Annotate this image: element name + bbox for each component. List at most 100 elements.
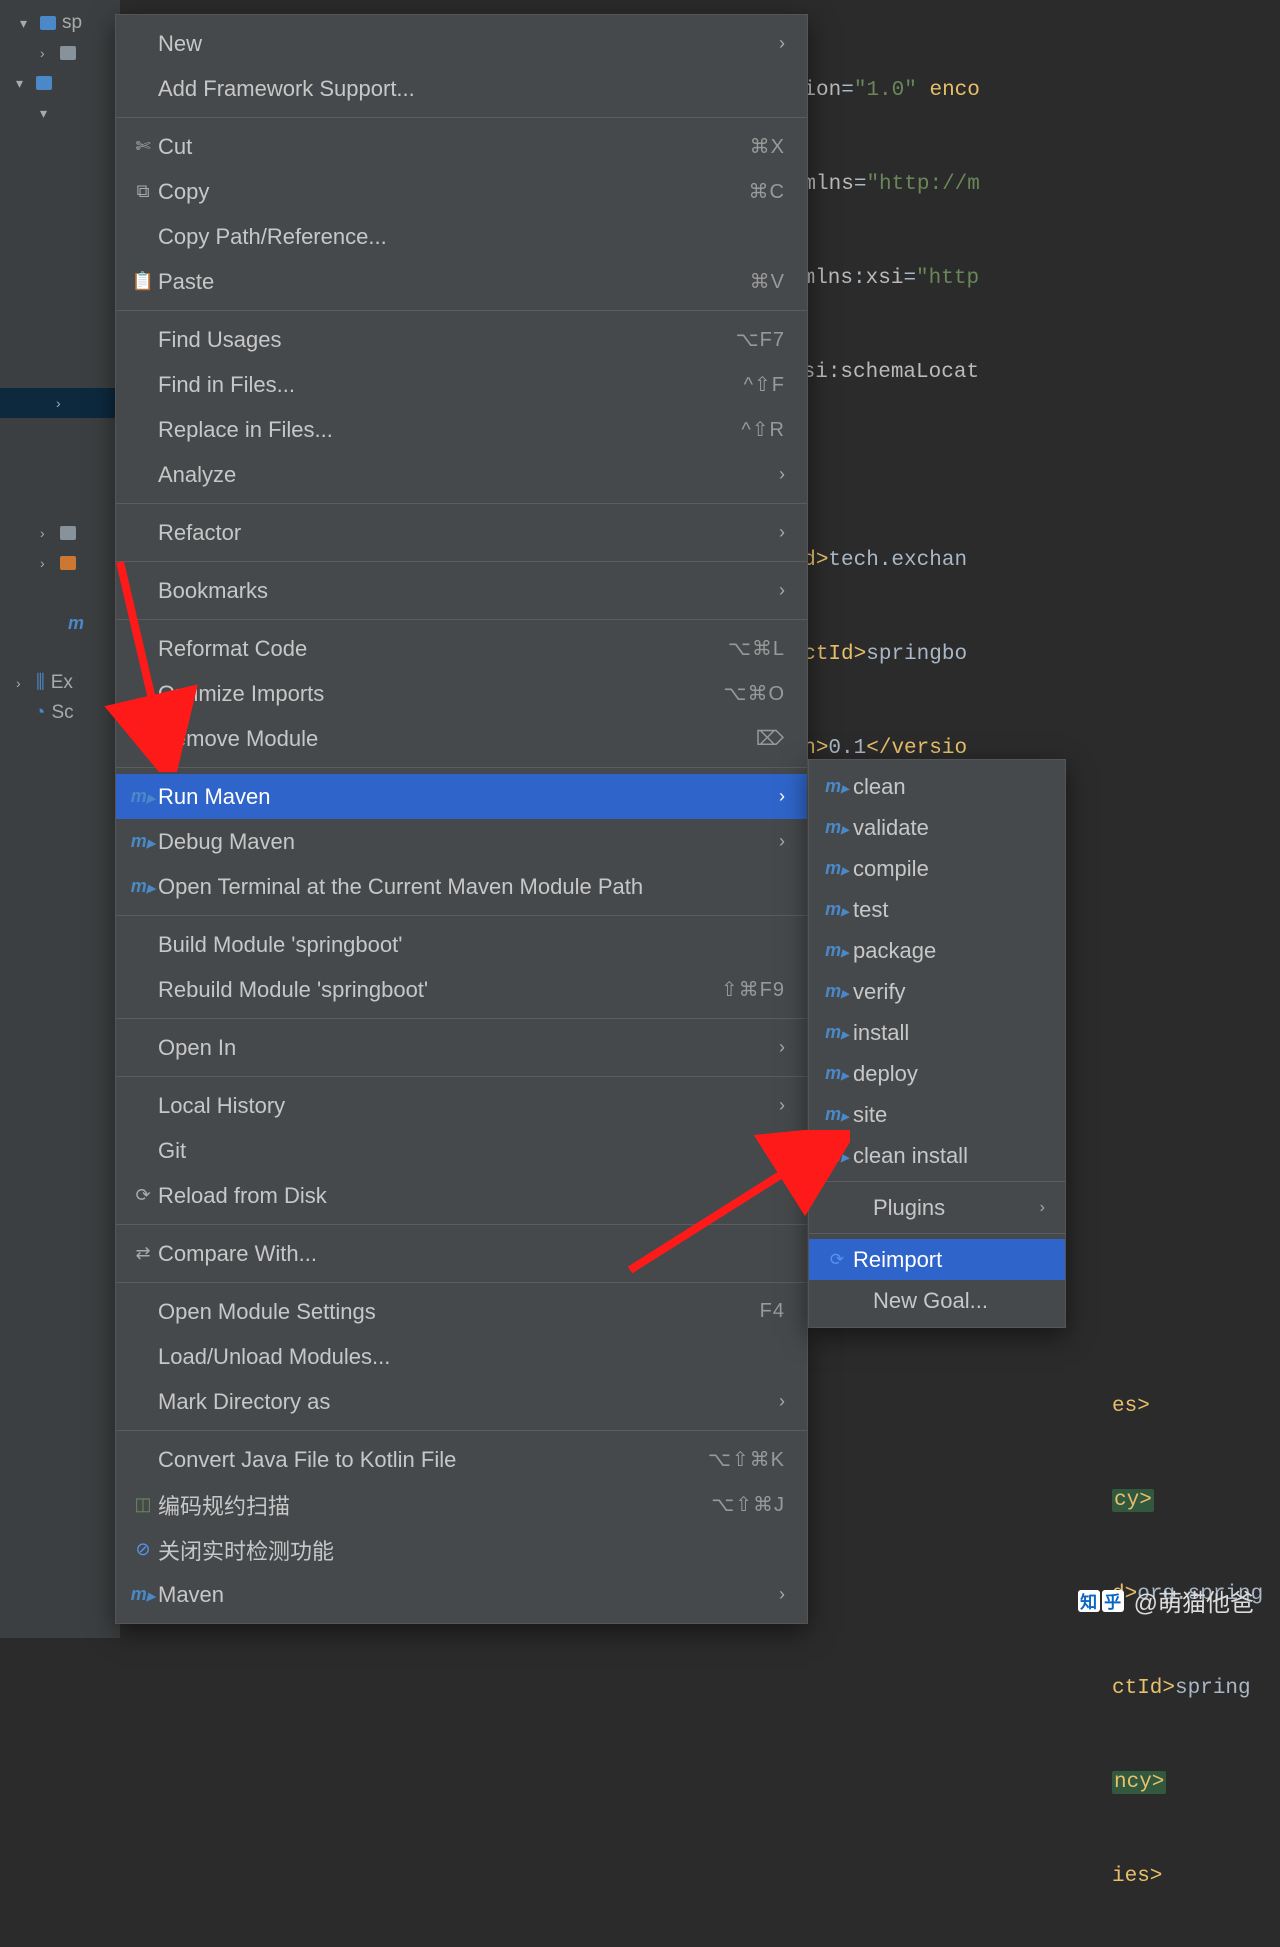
- chevron-right-icon: ›: [779, 522, 785, 543]
- tree-row-selected[interactable]: ›: [0, 388, 120, 418]
- submenu-run-maven: m▶cleanm▶validatem▶compilem▶testm▶packag…: [808, 759, 1066, 1328]
- menu-item[interactable]: New›: [116, 21, 807, 66]
- submenu-label: clean: [851, 774, 1045, 800]
- menu-item[interactable]: 📋Paste⌘V: [116, 259, 807, 304]
- menu-label: Remove Module: [156, 726, 756, 752]
- menu-item[interactable]: Rebuild Module 'springboot'⇧⌘F9: [116, 967, 807, 1012]
- submenu-label: Plugins: [871, 1195, 1040, 1221]
- submenu-icon: m▶: [823, 1063, 851, 1084]
- submenu-item[interactable]: m▶verify: [809, 971, 1065, 1012]
- menu-label: Open Terminal at the Current Maven Modul…: [156, 874, 785, 900]
- submenu-item[interactable]: Plugins›: [809, 1187, 1065, 1228]
- submenu-icon: ⟳: [823, 1250, 851, 1270]
- submenu-item[interactable]: m▶clean: [809, 766, 1065, 807]
- submenu-icon: m▶: [823, 858, 851, 879]
- menu-icon: ✄: [130, 136, 156, 157]
- menu-item[interactable]: Load/Unload Modules...: [116, 1334, 807, 1379]
- menu-item[interactable]: Open In›: [116, 1025, 807, 1070]
- menu-item[interactable]: ⧉Copy⌘C: [116, 169, 807, 214]
- tree-row[interactable]: ▾sp: [0, 8, 120, 38]
- project-tree: ▾sp › ▾ ▾ › › › m ›⫼Ex ◔Sc: [0, 0, 120, 1638]
- menu-icon: m▶: [130, 1584, 156, 1605]
- menu-item[interactable]: Replace in Files...^⇧R: [116, 407, 807, 452]
- tree-label: sp: [62, 12, 82, 34]
- submenu-item[interactable]: ⟳Reimport: [809, 1239, 1065, 1280]
- menu-label: Add Framework Support...: [156, 76, 785, 102]
- menu-item[interactable]: Mark Directory as ›: [116, 1379, 807, 1424]
- submenu-icon: m▶: [823, 981, 851, 1002]
- submenu-label: verify: [851, 979, 1045, 1005]
- submenu-item[interactable]: m▶site: [809, 1094, 1065, 1135]
- tree-row[interactable]: ◔Sc: [0, 698, 120, 728]
- menu-icon: m▶: [130, 876, 156, 897]
- menu-item[interactable]: Local History›: [116, 1083, 807, 1128]
- menu-shortcut: ⌥⌘L: [728, 636, 785, 661]
- chevron-right-icon: ›: [1040, 1199, 1045, 1217]
- menu-item[interactable]: Refactor ›: [116, 510, 807, 555]
- menu-item[interactable]: Build Module 'springboot': [116, 922, 807, 967]
- menu-item[interactable]: Open Module SettingsF4: [116, 1289, 807, 1334]
- submenu-item[interactable]: m▶deploy: [809, 1053, 1065, 1094]
- menu-item[interactable]: Optimize Imports⌥⌘O: [116, 671, 807, 716]
- tree-row[interactable]: m: [0, 608, 120, 638]
- tree-row[interactable]: ▾: [0, 98, 120, 128]
- menu-label: Mark Directory as: [156, 1389, 769, 1415]
- menu-item[interactable]: m▶Maven›: [116, 1572, 807, 1617]
- tree-row[interactable]: ›: [0, 548, 120, 578]
- submenu-label: site: [851, 1102, 1045, 1128]
- menu-label: Find Usages: [156, 327, 736, 353]
- tree-row[interactable]: ›: [0, 518, 120, 548]
- submenu-label: Reimport: [851, 1247, 1045, 1273]
- submenu-item[interactable]: m▶validate: [809, 807, 1065, 848]
- chevron-right-icon: ›: [779, 1391, 785, 1412]
- menu-label: Find in Files...: [156, 372, 744, 398]
- submenu-icon: m▶: [823, 776, 851, 797]
- menu-item[interactable]: Analyze›: [116, 452, 807, 497]
- menu-item[interactable]: Git›: [116, 1128, 807, 1173]
- submenu-label: install: [851, 1020, 1045, 1046]
- submenu-item[interactable]: m▶install: [809, 1012, 1065, 1053]
- menu-icon: ⊘: [130, 1539, 156, 1560]
- menu-label: Load/Unload Modules...: [156, 1344, 785, 1370]
- menu-shortcut: ^⇧F: [744, 372, 785, 397]
- menu-item[interactable]: Copy Path/Reference...: [116, 214, 807, 259]
- submenu-item[interactable]: m▶test: [809, 889, 1065, 930]
- menu-icon: m▶: [130, 831, 156, 852]
- menu-icon: ⟳: [130, 1185, 156, 1206]
- tree-row[interactable]: ›⫼Ex: [0, 668, 120, 698]
- submenu-item[interactable]: m▶package: [809, 930, 1065, 971]
- tree-row[interactable]: [0, 578, 120, 608]
- menu-label: Refactor: [156, 520, 769, 546]
- menu-icon: ⧉: [130, 181, 156, 202]
- menu-item[interactable]: Remove Module⌦: [116, 716, 807, 761]
- menu-label: Analyze: [156, 462, 769, 488]
- chevron-right-icon: ›: [779, 1037, 785, 1058]
- menu-item[interactable]: ⇄Compare With...: [116, 1231, 807, 1276]
- tree-row[interactable]: ›: [0, 38, 120, 68]
- tree-label: Sc: [51, 702, 73, 724]
- menu-item[interactable]: Bookmarks›: [116, 568, 807, 613]
- submenu-item[interactable]: New Goal...: [809, 1280, 1065, 1321]
- menu-label: Convert Java File to Kotlin File: [156, 1447, 708, 1473]
- chevron-right-icon: ›: [779, 786, 785, 807]
- menu-item[interactable]: ◫编码规约扫描⌥⇧⌘J: [116, 1482, 807, 1527]
- submenu-icon: m▶: [823, 817, 851, 838]
- tree-row[interactable]: [0, 638, 120, 668]
- menu-item[interactable]: Add Framework Support...: [116, 66, 807, 111]
- menu-item[interactable]: Find in Files...^⇧F: [116, 362, 807, 407]
- menu-item[interactable]: m▶Run Maven›: [116, 774, 807, 819]
- menu-item[interactable]: Convert Java File to Kotlin File⌥⇧⌘K: [116, 1437, 807, 1482]
- menu-item[interactable]: m▶Debug Maven›: [116, 819, 807, 864]
- menu-item[interactable]: Find Usages⌥F7: [116, 317, 807, 362]
- chevron-right-icon: ›: [779, 1095, 785, 1116]
- menu-item[interactable]: ⊘关闭实时检测功能: [116, 1527, 807, 1572]
- submenu-item[interactable]: m▶compile: [809, 848, 1065, 889]
- submenu-item[interactable]: m▶clean install: [809, 1135, 1065, 1176]
- menu-item[interactable]: ✄Cut⌘X: [116, 124, 807, 169]
- menu-label: Compare With...: [156, 1241, 785, 1267]
- tree-row[interactable]: ▾: [0, 68, 120, 98]
- menu-item[interactable]: ⟳Reload from Disk: [116, 1173, 807, 1218]
- menu-label: Open Module Settings: [156, 1299, 760, 1325]
- menu-item[interactable]: Reformat Code⌥⌘L: [116, 626, 807, 671]
- menu-item[interactable]: m▶Open Terminal at the Current Maven Mod…: [116, 864, 807, 909]
